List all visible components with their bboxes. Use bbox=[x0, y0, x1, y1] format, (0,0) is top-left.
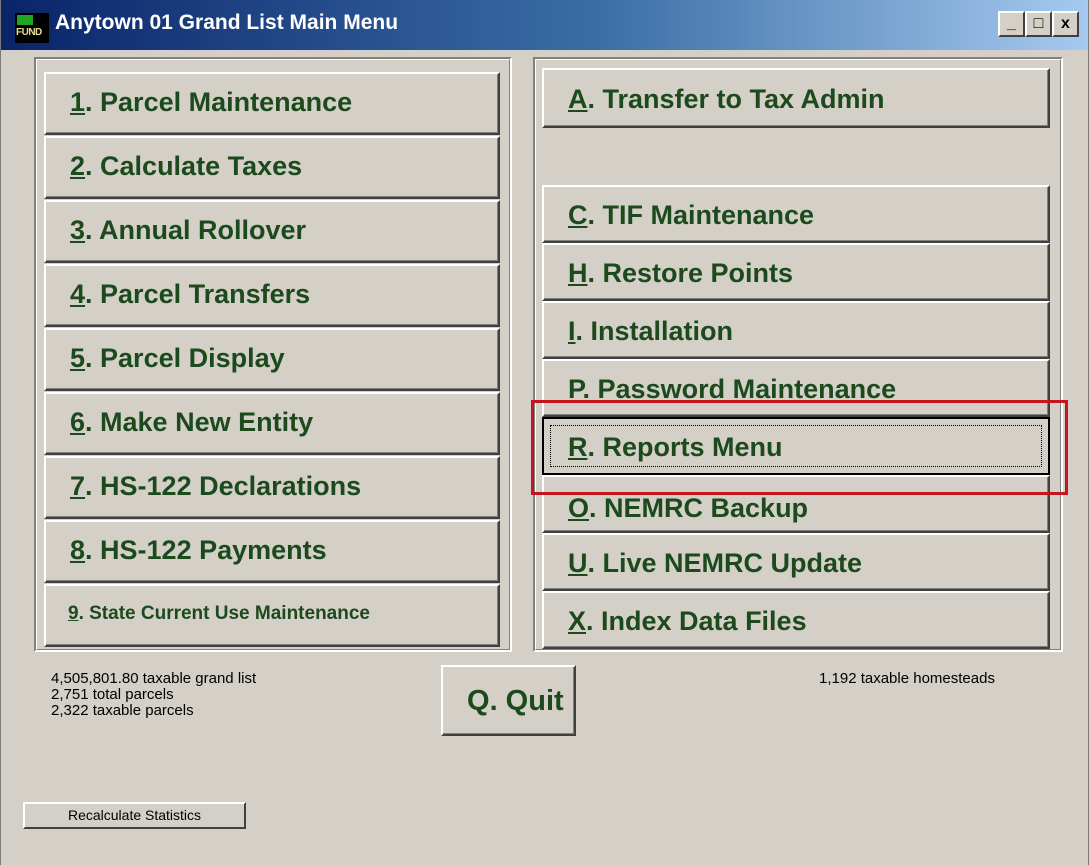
quit-button[interactable]: Q. Quit bbox=[441, 665, 576, 736]
button-label: . Reports Menu bbox=[587, 432, 783, 462]
button-label: . Index Data Files bbox=[586, 606, 807, 636]
taxable-parcels-stat: 2,322 taxable parcels bbox=[51, 702, 194, 719]
button-label: . Restore Points bbox=[587, 258, 794, 288]
app-icon: FUND bbox=[15, 13, 49, 43]
hotkey: X bbox=[568, 606, 587, 636]
hotkey: Q bbox=[467, 685, 490, 717]
button-label: . Parcel Maintenance bbox=[85, 87, 353, 117]
make-new-entity-button[interactable]: 6. Make New Entity bbox=[44, 392, 500, 455]
maximize-button[interactable]: □ bbox=[1025, 11, 1052, 37]
hotkey: 1 bbox=[70, 87, 86, 117]
hotkey: 7 bbox=[70, 471, 86, 501]
grand-list-stat: 4,505,801.80 taxable grand list bbox=[51, 670, 257, 687]
hotkey: 2 bbox=[70, 151, 86, 181]
app-icon-top bbox=[17, 15, 33, 25]
hotkey: A bbox=[568, 84, 588, 114]
button-label: . Password Maintenance bbox=[582, 374, 897, 404]
hotkey: 9 bbox=[68, 603, 79, 624]
hotkey: O bbox=[568, 493, 590, 523]
hs122-declarations-button[interactable]: 7. HS-122 Declarations bbox=[44, 456, 500, 519]
minimize-button[interactable]: _ bbox=[998, 11, 1025, 37]
calculate-taxes-button[interactable]: 2. Calculate Taxes bbox=[44, 136, 500, 199]
button-label: . Installation bbox=[575, 316, 734, 346]
live-nemrc-update-button[interactable]: U. Live NEMRC Update bbox=[542, 533, 1050, 591]
button-label: . Annual Rollover bbox=[85, 215, 307, 245]
parcel-display-button[interactable]: 5. Parcel Display bbox=[44, 328, 500, 391]
recalculate-statistics-button[interactable]: Recalculate Statistics bbox=[23, 802, 246, 829]
button-label: . HS-122 Payments bbox=[85, 535, 327, 565]
homesteads-stat: 1,192 taxable homesteads bbox=[819, 670, 995, 687]
button-label: . Calculate Taxes bbox=[85, 151, 303, 181]
parcel-transfers-button[interactable]: 4. Parcel Transfers bbox=[44, 264, 500, 327]
main-menu-window: FUND Anytown 01 Grand List Main Menu _ □… bbox=[0, 0, 1089, 865]
hotkey: U bbox=[568, 548, 588, 578]
hotkey: 5 bbox=[70, 343, 86, 373]
hotkey: R bbox=[568, 432, 588, 462]
button-label: . Make New Entity bbox=[85, 407, 314, 437]
button-label: . Parcel Display bbox=[85, 343, 285, 373]
button-label: . TIF Maintenance bbox=[587, 200, 815, 230]
reports-menu-button[interactable]: R. Reports Menu bbox=[542, 417, 1050, 475]
title-bar[interactable]: FUND Anytown 01 Grand List Main Menu _ □… bbox=[1, 0, 1088, 50]
window-title: Anytown 01 Grand List Main Menu bbox=[55, 11, 399, 34]
hotkey: I bbox=[568, 316, 576, 346]
nemrc-backup-button[interactable]: O. NEMRC Backup bbox=[542, 475, 1050, 533]
button-label: . NEMRC Backup bbox=[589, 493, 809, 523]
button-label: . HS-122 Declarations bbox=[85, 471, 362, 501]
close-button[interactable]: x bbox=[1052, 11, 1079, 37]
button-label: . Live NEMRC Update bbox=[587, 548, 863, 578]
tif-maintenance-button[interactable]: C. TIF Maintenance bbox=[542, 185, 1050, 243]
hotkey: 3 bbox=[70, 215, 86, 245]
hotkey: P bbox=[568, 374, 583, 404]
app-icon-label: FUND bbox=[16, 27, 42, 38]
parcel-maintenance-button[interactable]: 1. Parcel Maintenance bbox=[44, 72, 500, 135]
hotkey: C bbox=[568, 200, 588, 230]
installation-button[interactable]: I. Installation bbox=[542, 301, 1050, 359]
index-data-files-button[interactable]: X. Index Data Files bbox=[542, 591, 1050, 649]
total-parcels-stat: 2,751 total parcels bbox=[51, 686, 174, 703]
state-current-use-maintenance-button[interactable]: 9. State Current Use Maintenance bbox=[44, 584, 500, 647]
transfer-to-tax-admin-button[interactable]: A. Transfer to Tax Admin bbox=[542, 68, 1050, 128]
hotkey: H bbox=[568, 258, 588, 288]
button-label: . Quit bbox=[489, 685, 564, 717]
hs122-payments-button[interactable]: 8. HS-122 Payments bbox=[44, 520, 500, 583]
password-maintenance-button[interactable]: P. Password Maintenance bbox=[542, 359, 1050, 417]
hotkey: 8 bbox=[70, 535, 86, 565]
button-label: . Parcel Transfers bbox=[85, 279, 311, 309]
button-label: . Transfer to Tax Admin bbox=[587, 84, 885, 114]
restore-points-button[interactable]: H. Restore Points bbox=[542, 243, 1050, 301]
hotkey: 4 bbox=[70, 279, 86, 309]
annual-rollover-button[interactable]: 3. Annual Rollover bbox=[44, 200, 500, 263]
button-label: . State Current Use Maintenance bbox=[78, 603, 370, 624]
hotkey: 6 bbox=[70, 407, 86, 437]
